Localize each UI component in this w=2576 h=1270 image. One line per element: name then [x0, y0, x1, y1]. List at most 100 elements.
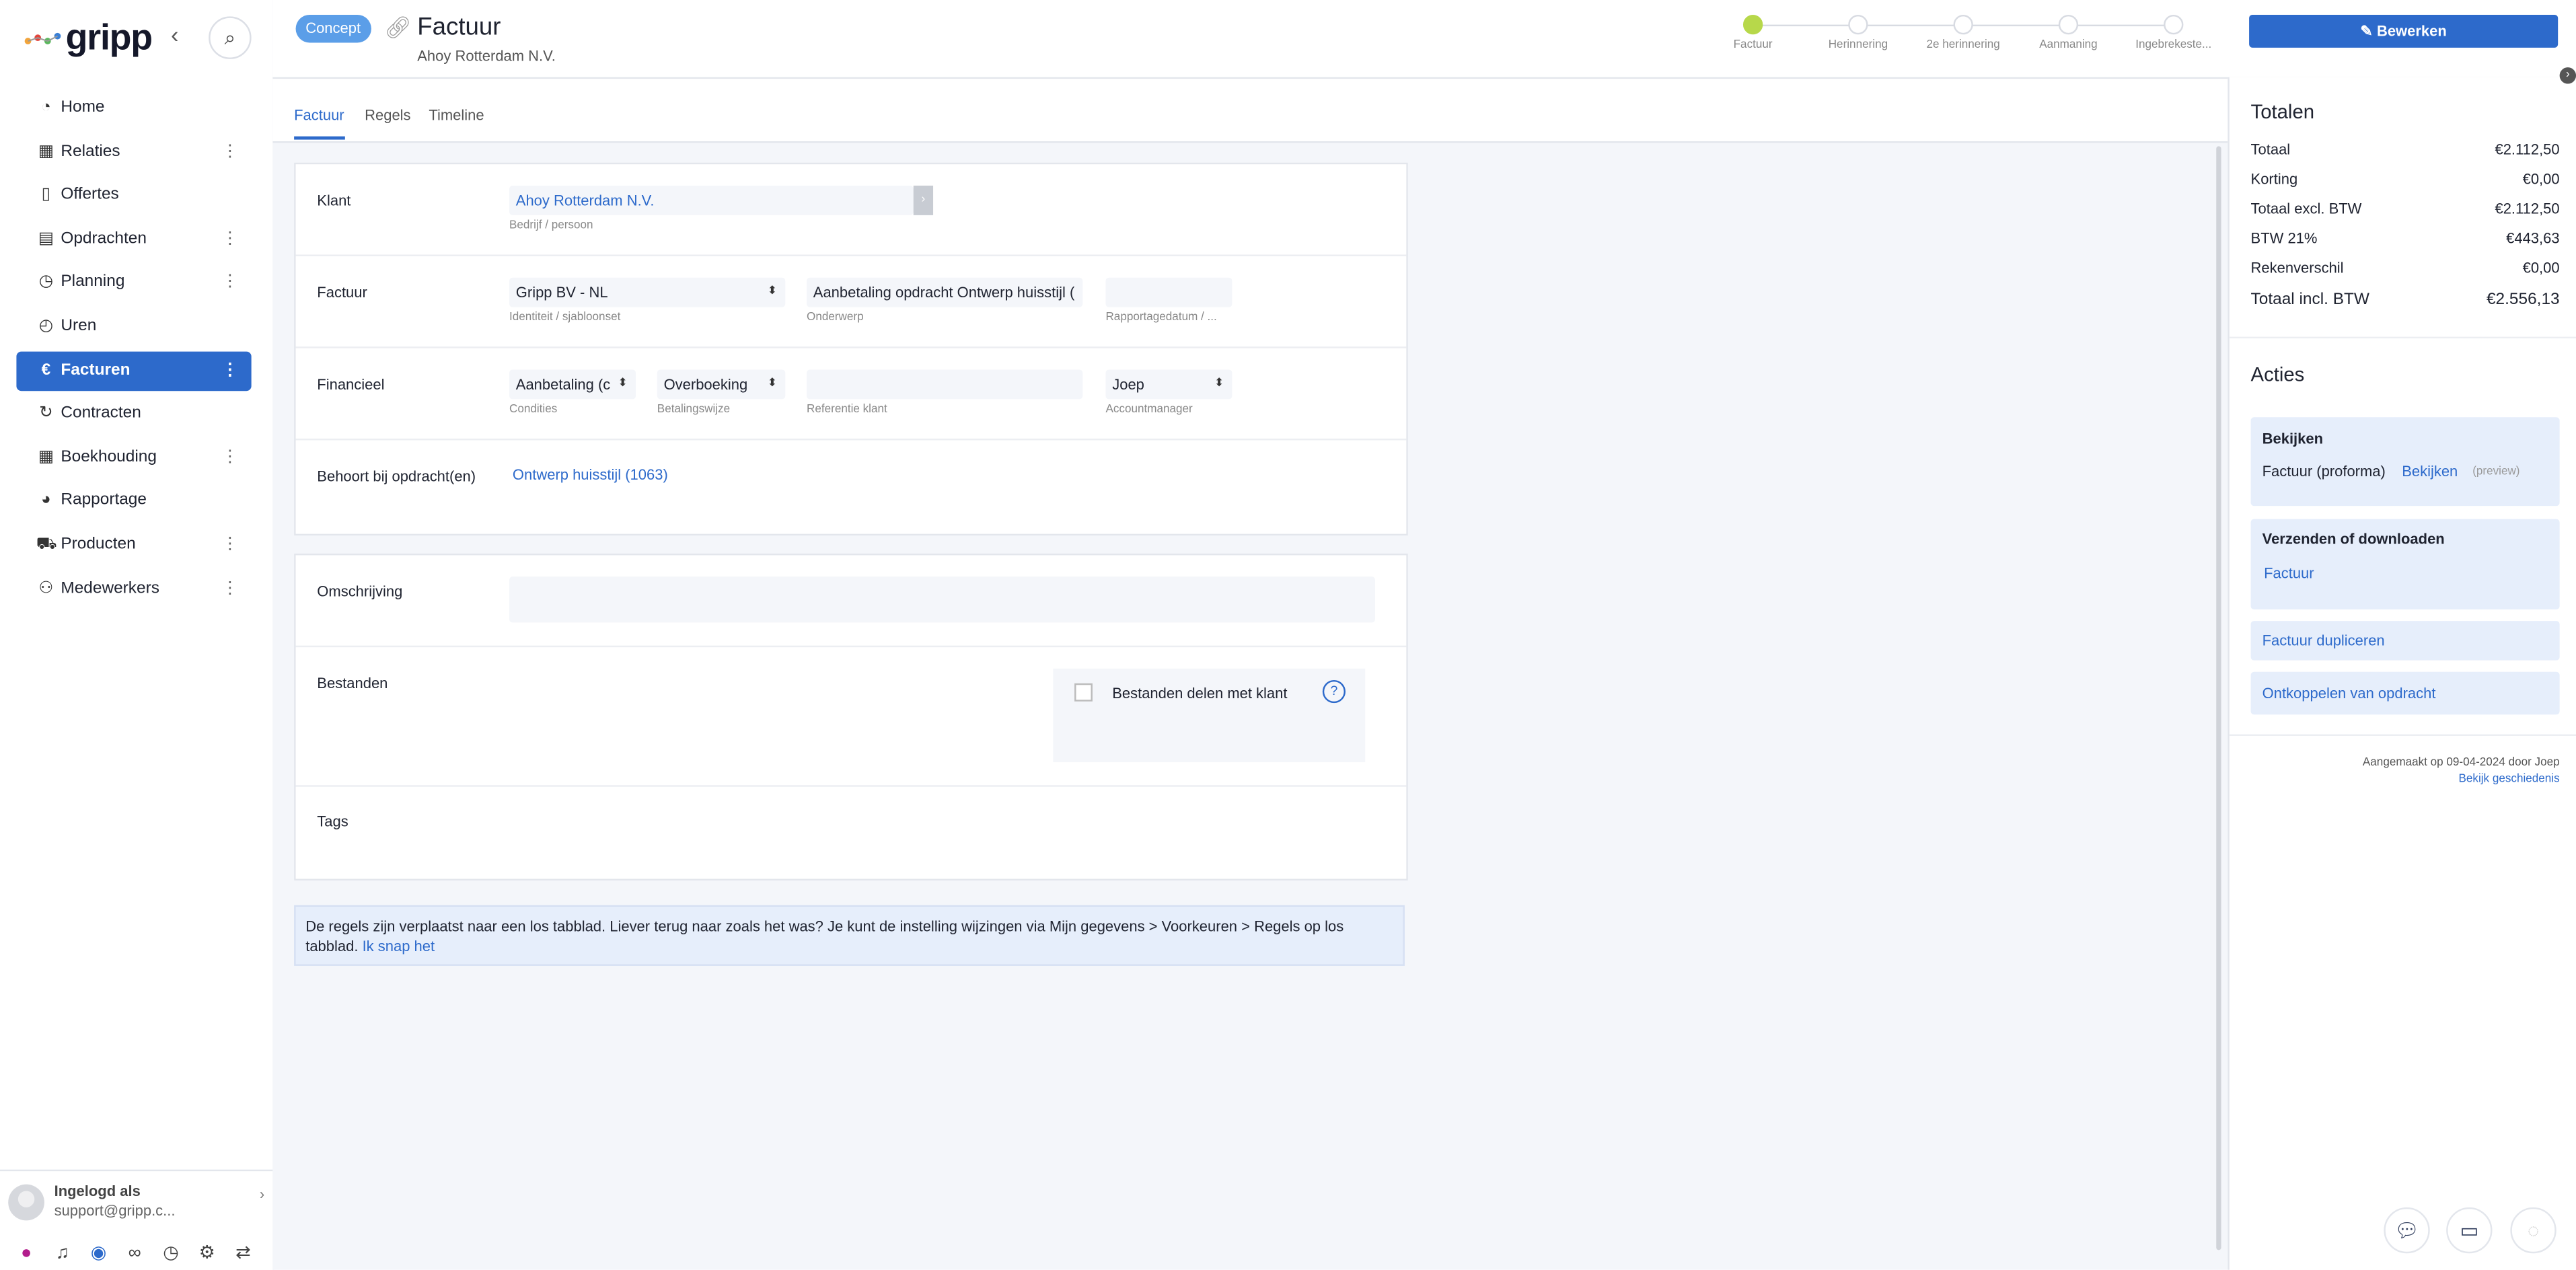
sidebar-item-opdrachten[interactable]: ▤ Opdrachten ⋮ [16, 220, 251, 260]
identity-value: Gripp BV - NL [515, 284, 608, 301]
bell-icon[interactable]: ♫ [51, 1242, 74, 1265]
sidebar-item-contracten[interactable]: ↻ Contracten [16, 395, 251, 435]
apps-icon[interactable]: ◉ [87, 1242, 110, 1265]
files-dropzone[interactable]: Bestanden delen met klant ? [1053, 668, 1366, 763]
support-icon[interactable]: ◌ [2510, 1207, 2556, 1254]
dashboard-icon: ◔ [40, 98, 51, 117]
sidebar-item-offertes[interactable]: ▯ Offertes [16, 176, 251, 216]
more-icon[interactable]: ⋮ [222, 229, 238, 249]
tab-timeline[interactable]: Timeline [429, 107, 484, 123]
share-files-checkbox[interactable] [1074, 683, 1093, 702]
step-label: 2e herinnering [1926, 39, 2000, 51]
edit-button[interactable]: ✎ Bewerken [2249, 14, 2559, 48]
tab-regels[interactable]: Regels [365, 107, 410, 123]
sidebar-item-label: Contracten [61, 404, 141, 423]
sidebar-item-home[interactable]: ◔ Home [16, 89, 251, 128]
preview-note: (preview) [2472, 466, 2520, 478]
refresh-icon: ↻ [39, 404, 53, 423]
identity-select[interactable]: Gripp BV - NL ⬍ [509, 277, 786, 307]
collapse-panel-icon[interactable]: › [2559, 67, 2576, 84]
total-incl-row: Totaal incl. BTW €2.556,13 [2251, 291, 2560, 309]
sidebar-item-label: Relaties [61, 142, 120, 161]
sidebar-item-producten[interactable]: ⛟ Producten ⋮ [16, 525, 251, 565]
user-account[interactable]: Ingelogd als support@gripp.c... › [0, 1169, 273, 1237]
sidebar-item-label: Facturen [61, 361, 131, 379]
sidebar-item-uren[interactable]: ◴ Uren [16, 307, 251, 347]
dismiss-notice-link[interactable]: Ik snap het [363, 938, 435, 954]
unlink-box[interactable]: Ontkoppelen van opdracht [2250, 671, 2560, 715]
more-icon[interactable]: ⋮ [222, 361, 238, 380]
report-date-input[interactable] [1105, 277, 1232, 307]
klant-hint: Bedrijf / persoon [509, 220, 593, 232]
divider [2229, 336, 2576, 339]
omschrijving-label: Omschrijving [317, 583, 403, 600]
timer-icon[interactable]: ◷ [159, 1242, 182, 1265]
page-subtitle: Ahoy Rotterdam N.V. [417, 47, 556, 65]
chat-icon[interactable]: 💬︎ [2384, 1207, 2430, 1254]
opdracht-label: Behoort bij opdracht(en) [317, 468, 476, 485]
invoice-details-card: Klant Ahoy Rotterdam N.V. › Bedrijf / pe… [294, 162, 1408, 536]
total-row: BTW 21% €443,63 [2251, 230, 2560, 246]
sidebar-item-rapportage[interactable]: ◕ Rapportage [16, 482, 251, 521]
proforma-label: Factuur (proforma) [2262, 463, 2386, 480]
link-icon[interactable]: ∞ [123, 1242, 146, 1265]
total-label: Rekenverschil [2250, 259, 2344, 276]
total-incl-value: €2.556,13 [2486, 291, 2560, 309]
opdracht-link[interactable]: Ontwerp huisstijl (1063) [513, 467, 668, 483]
bestanden-label: Bestanden [317, 675, 388, 692]
reference-input[interactable] [807, 369, 1083, 400]
divider [2229, 734, 2576, 737]
chevron-right-icon: › [259, 1186, 265, 1203]
report-date-hint: Rapportagedatum / ... [1105, 311, 1217, 324]
step-label: Aanmaning [2039, 39, 2098, 51]
send-factuur-link[interactable]: Factuur [2264, 565, 2314, 581]
subject-input[interactable]: Aanbetaling opdracht Ontwerp huisstijl ( [807, 277, 1083, 307]
user-email: support@gripp.c... [54, 1202, 176, 1219]
history-link[interactable]: Bekijk geschiedenis [2458, 774, 2559, 785]
sidebar-item-boekhouding[interactable]: ▦ Boekhouding ⋮ [16, 439, 251, 478]
gripp-logo[interactable]: gripp [23, 16, 153, 59]
conditions-select[interactable]: Aanbetaling (c ⬍ [509, 369, 636, 400]
logo-mark-icon [24, 33, 61, 45]
omschrijving-input[interactable] [509, 576, 1375, 623]
sidebar-item-facturen[interactable]: € Facturen ⋮ [16, 350, 252, 391]
step-dot [2058, 14, 2079, 35]
klant-open-icon[interactable]: › [913, 185, 934, 215]
klant-field[interactable]: Ahoy Rotterdam N.V. [509, 185, 914, 215]
sidebar-item-medewerkers[interactable]: ⚇ Medewerkers ⋮ [16, 569, 251, 609]
total-row: Totaal €2.112,50 [2251, 141, 2560, 157]
tab-factuur[interactable]: Factuur [294, 107, 344, 123]
duplicate-box[interactable]: Factuur dupliceren [2250, 621, 2560, 661]
scrollbar[interactable] [2216, 146, 2221, 1250]
more-icon[interactable]: ⋮ [222, 535, 238, 555]
step-dot [1848, 14, 1868, 35]
gear-icon[interactable]: ⚙ [196, 1242, 219, 1265]
search-icon[interactable]: ⌕ [209, 16, 252, 59]
klant-label: Klant [317, 192, 351, 209]
more-icon[interactable]: ⋮ [222, 273, 238, 293]
sidebar-item-label: Boekhouding [61, 448, 157, 467]
more-icon[interactable]: ⋮ [222, 142, 238, 161]
link-icon[interactable]: 🔗︎ [384, 15, 411, 41]
step-dot [2164, 14, 2184, 35]
duplicate-link[interactable]: Factuur dupliceren [2262, 632, 2385, 648]
select-caret-icon: ⬍ [1214, 377, 1224, 389]
switch-icon[interactable]: ⇄ [231, 1242, 254, 1265]
users-icon: ⚇ [38, 579, 54, 597]
total-value: €2.112,50 [2495, 200, 2560, 217]
more-icon[interactable]: ⋮ [222, 579, 238, 599]
alert-icon[interactable]: ● [15, 1242, 38, 1265]
more-icon[interactable]: ⋮ [222, 448, 238, 468]
view-link[interactable]: Bekijken [2402, 463, 2458, 480]
unlink-link[interactable]: Ontkoppelen van opdracht [2262, 685, 2436, 701]
sidebar-item-planning[interactable]: ◷ Planning ⋮ [16, 264, 251, 303]
collapse-sidebar-icon[interactable]: ‹ [171, 23, 194, 46]
accountmanager-select[interactable]: Joep ⬍ [1105, 369, 1232, 400]
payment-value: Overboeking [663, 376, 748, 393]
video-icon[interactable]: ▭ [2446, 1207, 2493, 1254]
help-icon[interactable]: ? [1322, 679, 1346, 704]
manager-hint: Accountmanager [1105, 404, 1193, 416]
payment-select[interactable]: Overboeking ⬍ [657, 369, 786, 400]
sidebar-item-relaties[interactable]: ▦ Relaties ⋮ [16, 133, 251, 172]
page-header: Concept 🔗︎ Factuur Ahoy Rotterdam N.V. F… [272, 0, 2576, 79]
